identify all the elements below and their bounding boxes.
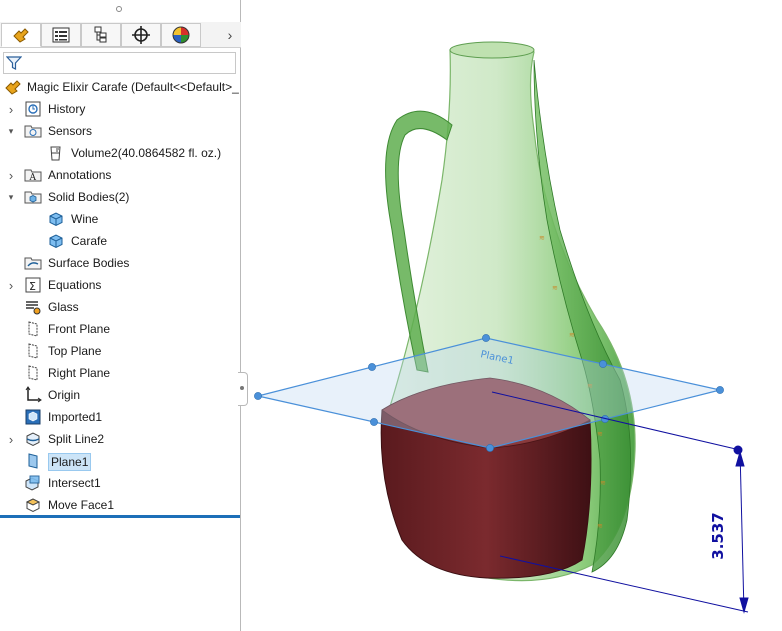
rollback-bar[interactable] [0,515,240,518]
collapse-arrow-icon[interactable]: ▾ [6,192,16,202]
tree-item-split-line2[interactable]: › Split Line2 [0,428,240,450]
volume-sensor-icon [47,144,65,162]
tree-item-label: Top Plane [48,344,102,358]
tree-root-part[interactable]: Magic Elixir Carafe (Default<<Default>_ [4,77,240,97]
tree-item-origin[interactable]: Origin [0,384,240,406]
tree-item-volume2-40-0864582-fl-oz[interactable]: Volume2(40.0864582 fl. oz.) [0,142,240,164]
expand-arrow-icon[interactable]: › [6,432,16,447]
svg-text:≋: ≋ [569,331,575,339]
plane-selected-icon [24,452,42,470]
tree-item-label: Move Face1 [48,498,115,512]
solid-bodies-folder-icon [24,188,42,206]
tab-feature-manager[interactable] [1,23,41,47]
tree-item-label: History [48,102,86,116]
svg-text:≋: ≋ [597,430,603,438]
plane-icon [24,364,42,382]
svg-text:≋: ≋ [600,479,606,487]
tree-item-equations[interactable]: › Σ Equations [0,274,240,296]
svg-text:≋: ≋ [597,522,603,530]
dimxpert-icon [132,26,150,44]
expand-arrow-icon[interactable]: › [6,102,16,117]
history-icon [24,100,42,118]
root-label: Magic Elixir Carafe (Default<<Default>_ [27,80,239,94]
tree-item-history[interactable]: › History [0,98,240,120]
plane-icon [24,320,42,338]
tab-configuration-manager[interactable] [81,23,121,47]
tree-item-glass[interactable]: Glass [0,296,240,318]
tree-item-label: Front Plane [48,322,111,336]
equations-icon: Σ [24,276,42,294]
material-icon [24,298,42,316]
tree-item-solid-bodies-2[interactable]: ▾ Solid Bodies(2) [0,186,240,208]
origin-icon [24,386,42,404]
expand-arrow-icon[interactable]: › [6,278,16,293]
sensors-folder-icon [24,122,42,140]
tree-item-intersect1[interactable]: Intersect1 [0,472,240,494]
tab-property-manager[interactable] [41,23,81,47]
tree-item-wine[interactable]: Wine [0,208,240,230]
tree-item-front-plane[interactable]: Front Plane [0,318,240,340]
tree-item-top-plane[interactable]: Top Plane [0,340,240,362]
manager-tab-bar: › [0,22,241,48]
tree-item-label: Solid Bodies(2) [48,190,130,204]
plane1-preview[interactable]: Plane1 [254,334,724,452]
tree-item-carafe[interactable]: Carafe [0,230,240,252]
surface-bodies-folder-icon [24,254,42,272]
display-manager-icon [172,26,190,44]
intersect-icon [24,474,42,492]
tree-item-label: Split Line2 [48,432,105,446]
tree-item-move-face1[interactable]: Move Face1 [0,494,240,516]
tree-item-right-plane[interactable]: Right Plane [0,362,240,384]
feature-tree-filter[interactable] [3,52,236,74]
tree-item-label: Right Plane [48,366,111,380]
tree-item-label: Intersect1 [48,476,101,490]
tree-item-label: Origin [48,388,81,402]
tab-display-manager[interactable] [161,23,201,47]
svg-text:A: A [29,173,37,183]
svg-text:≋: ≋ [539,234,545,242]
svg-text:≋: ≋ [552,284,558,292]
filter-icon [6,56,22,70]
tree-item-label: Sensors [48,124,93,138]
property-manager-icon [52,27,70,43]
tree-item-surface-bodies[interactable]: Surface Bodies [0,252,240,274]
tree-item-label: Surface Bodies [48,256,130,270]
part-icon [5,80,21,95]
move-face-icon [24,496,42,514]
tree-item-imported1[interactable]: Imported1 [0,406,240,428]
tree-item-label: Imported1 [48,410,103,424]
dimension-value[interactable]: 3.537 [709,512,727,559]
tree-item-label: Annotations [48,168,112,182]
tree-item-label: Plane1 [48,453,92,471]
feature-manager-icon [13,28,29,43]
graphics-viewport[interactable]: ≋ ≋ ≋ ≋ ≋ ≋ ≋ Plane1 3.537 [242,0,782,631]
tree-item-label: Equations [48,278,102,292]
solid-body-icon [47,232,65,250]
annotations-icon: A [24,166,42,184]
tree-item-label: Carafe [71,234,108,248]
collapse-arrow-icon[interactable]: ▾ [6,126,16,136]
tree-item-label: Volume2(40.0864582 fl. oz.) [71,146,222,160]
tree-item-plane1[interactable]: Plane1 [0,450,240,472]
split-line-icon [24,430,42,448]
tab-dimxpert-manager[interactable] [121,23,161,47]
model-view: ≋≋ ≋≋ ≋≋ ≋ Plane1 3.537 [254,41,749,614]
plane-icon [24,342,42,360]
tree-item-sensors[interactable]: ▾ Sensors [0,120,240,142]
svg-text:Σ: Σ [29,280,36,293]
tree-item-annotations[interactable]: › A Annotations [0,164,240,186]
tree-item-label: Glass [48,300,79,314]
imported-feature-icon [24,408,42,426]
panel-grip-icon[interactable] [116,6,122,12]
tab-overflow-chevron-icon[interactable]: › [222,25,238,45]
expand-arrow-icon[interactable]: › [6,168,16,183]
configuration-manager-icon [94,26,107,43]
feature-manager-panel: › Magic Elixir Carafe (Default<<Default>… [0,0,248,631]
tree-item-label: Wine [71,212,99,226]
solid-body-icon [47,210,65,228]
